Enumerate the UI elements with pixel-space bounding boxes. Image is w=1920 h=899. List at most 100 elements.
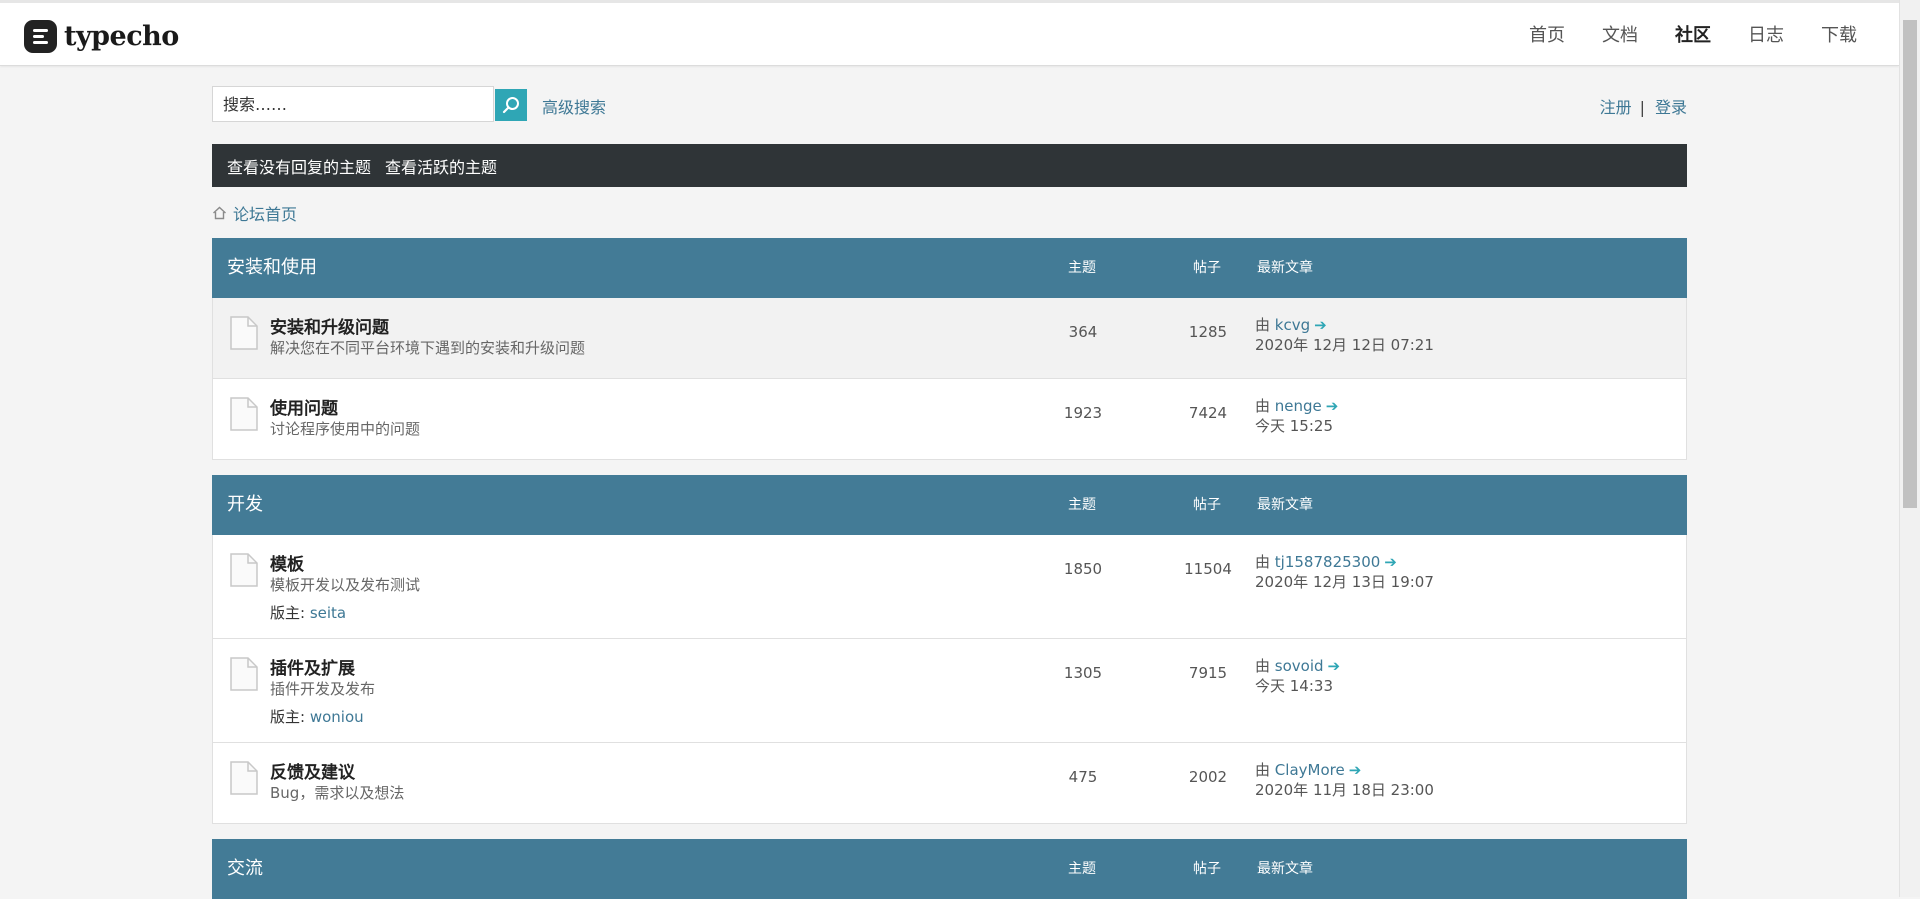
forum-row: 模板 模板开发以及发布测试 版主: seita 1850 11504 由 tj1…: [212, 535, 1687, 639]
forum-description: Bug，需求以及想法: [270, 784, 405, 802]
forum-title-link[interactable]: 安装和升级问题: [270, 313, 389, 338]
forum-row: 使用问题 讨论程序使用中的问题 1923 7424 由 nenge ➔ 今天 15…: [212, 379, 1687, 460]
search-icon: [502, 97, 519, 114]
active-topics-link[interactable]: 查看活跃的主题: [385, 154, 497, 178]
forum-title-link[interactable]: 插件及扩展: [270, 654, 355, 679]
forum-document-icon: [229, 316, 259, 354]
go-to-post-arrow-icon[interactable]: ➔: [1314, 316, 1327, 334]
auth-links: 注册 | 登录: [1600, 94, 1687, 118]
column-topics-header: 主题: [1068, 861, 1096, 877]
forum-section: 开发 主题 帖子 最新文章 模板 模板开发以及发布测试 版主: seita 18…: [212, 475, 1687, 824]
scrollbar-thumb[interactable]: [1903, 20, 1917, 508]
go-to-post-arrow-icon[interactable]: ➔: [1328, 657, 1341, 675]
section-title: 交流: [227, 858, 263, 879]
nav-download[interactable]: 下载: [1821, 21, 1857, 47]
forum-title-link[interactable]: 反馈及建议: [270, 758, 355, 783]
column-posts-header: 帖子: [1193, 861, 1221, 877]
forum-section: 安装和使用 主题 帖子 最新文章 安装和升级问题 解决您在不同平台环境下遇到的安…: [212, 238, 1687, 460]
breadcrumb: 论坛首页: [212, 202, 297, 224]
register-link[interactable]: 注册: [1600, 98, 1632, 117]
moderator-label: 版主:: [270, 604, 306, 622]
column-latest-header: 最新文章: [1257, 260, 1313, 276]
latest-post-time: 今天 14:33: [1255, 677, 1333, 695]
latest-by-label: 由: [1255, 761, 1271, 779]
latest-by-label: 由: [1255, 657, 1271, 675]
latest-post-time: 今天 15:25: [1255, 417, 1333, 435]
forum-topic-count: 364: [1068, 323, 1098, 341]
forum-latest-post: 由 sovoid ➔ 今天 14:33: [1255, 656, 1340, 696]
latest-by-label: 由: [1255, 397, 1271, 415]
forum-title-link[interactable]: 使用问题: [270, 394, 338, 419]
forum-post-count: 1285: [1188, 323, 1228, 341]
latest-post-time: 2020年 12月 13日 19:07: [1255, 573, 1434, 591]
search-input[interactable]: [212, 86, 494, 122]
nav-blog[interactable]: 日志: [1748, 21, 1784, 47]
moderator-link[interactable]: seita: [310, 604, 346, 622]
forum-document-icon: [229, 397, 259, 435]
forum-topic-count: 1305: [1063, 664, 1103, 682]
forum-description: 模板开发以及发布测试: [270, 576, 421, 594]
forum-latest-post: 由 tj1587825300 ➔ 2020年 12月 13日 19:07: [1255, 552, 1434, 592]
forum-row: 安装和升级问题 解决您在不同平台环境下遇到的安装和升级问题 364 1285 由…: [212, 298, 1687, 379]
forum-moderator: 版主: seita: [270, 602, 346, 623]
forum-document-icon: [229, 761, 259, 799]
latest-author-link[interactable]: tj1587825300: [1275, 553, 1380, 571]
typecho-logo-icon: [24, 19, 57, 53]
section-title: 开发: [227, 494, 263, 515]
nav-community[interactable]: 社区: [1675, 21, 1711, 47]
forum-topic-count: 1850: [1063, 560, 1103, 578]
breadcrumb-home-link[interactable]: 论坛首页: [233, 201, 297, 225]
column-topics-header: 主题: [1068, 497, 1096, 513]
section-title: 安装和使用: [227, 257, 317, 278]
forum-document-icon: [229, 657, 259, 695]
forum-row: 插件及扩展 插件开发及发布 版主: woniou 1305 7915 由 sov…: [212, 639, 1687, 743]
go-to-post-arrow-icon[interactable]: ➔: [1326, 397, 1339, 415]
auth-separator: |: [1639, 98, 1645, 117]
latest-by-label: 由: [1255, 316, 1271, 334]
nav-docs[interactable]: 文档: [1602, 21, 1638, 47]
forum-topic-count: 475: [1068, 768, 1098, 786]
go-to-post-arrow-icon[interactable]: ➔: [1384, 553, 1397, 571]
forum-moderator: 版主: woniou: [270, 706, 364, 727]
main-nav: 首页 文档 社区 日志 下载: [1492, 3, 1857, 65]
column-posts-header: 帖子: [1193, 260, 1221, 276]
moderator-link[interactable]: woniou: [310, 708, 364, 726]
forum-description: 解决您在不同平台环境下遇到的安装和升级问题: [270, 339, 586, 357]
login-link[interactable]: 登录: [1655, 98, 1687, 117]
forum-latest-post: 由 nenge ➔ 今天 15:25: [1255, 396, 1338, 436]
latest-post-time: 2020年 11月 18日 23:00: [1255, 781, 1434, 799]
latest-author-link[interactable]: ClayMore: [1275, 761, 1345, 779]
latest-author-link[interactable]: nenge: [1275, 397, 1322, 415]
latest-author-link[interactable]: kcvg: [1275, 316, 1310, 334]
forum-latest-post: 由 kcvg ➔ 2020年 12月 12日 07:21: [1255, 315, 1434, 355]
site-header: typecho 首页 文档 社区 日志 下载: [0, 3, 1899, 66]
latest-author-link[interactable]: sovoid: [1275, 657, 1324, 675]
column-topics-header: 主题: [1068, 260, 1096, 276]
forum-post-count: 11504: [1184, 560, 1232, 578]
nav-home[interactable]: 首页: [1529, 21, 1565, 47]
forum-title-link[interactable]: 模板: [270, 550, 304, 575]
section-header: 开发 主题 帖子 最新文章: [212, 475, 1687, 535]
go-to-post-arrow-icon[interactable]: ➔: [1349, 761, 1362, 779]
action-bar: 查看没有回复的主题 查看活跃的主题: [212, 144, 1687, 187]
forum-description: 讨论程序使用中的问题: [270, 420, 421, 438]
site-logo[interactable]: typecho: [24, 19, 179, 53]
advanced-search-link[interactable]: 高级搜索: [542, 94, 606, 118]
column-posts-header: 帖子: [1193, 497, 1221, 513]
column-latest-header: 最新文章: [1257, 861, 1313, 877]
forum-topic-count: 1923: [1063, 404, 1103, 422]
search-button[interactable]: [495, 89, 527, 121]
column-latest-header: 最新文章: [1257, 497, 1313, 513]
section-header: 安装和使用 主题 帖子 最新文章: [212, 238, 1687, 298]
section-header: 交流 主题 帖子 最新文章: [212, 839, 1687, 899]
forum-section: 交流 主题 帖子 最新文章: [212, 839, 1687, 899]
forum-post-count: 2002: [1188, 768, 1228, 786]
site-name: typecho: [64, 20, 179, 52]
forum-latest-post: 由 ClayMore ➔ 2020年 11月 18日 23:00: [1255, 760, 1434, 800]
unanswered-topics-link[interactable]: 查看没有回复的主题: [227, 154, 371, 178]
forum-document-icon: [229, 553, 259, 591]
forum-row: 反馈及建议 Bug，需求以及想法 475 2002 由 ClayMore ➔ 20…: [212, 743, 1687, 824]
home-icon: [212, 206, 227, 220]
page-scrollbar[interactable]: [1899, 0, 1920, 897]
forum-post-count: 7915: [1188, 664, 1228, 682]
